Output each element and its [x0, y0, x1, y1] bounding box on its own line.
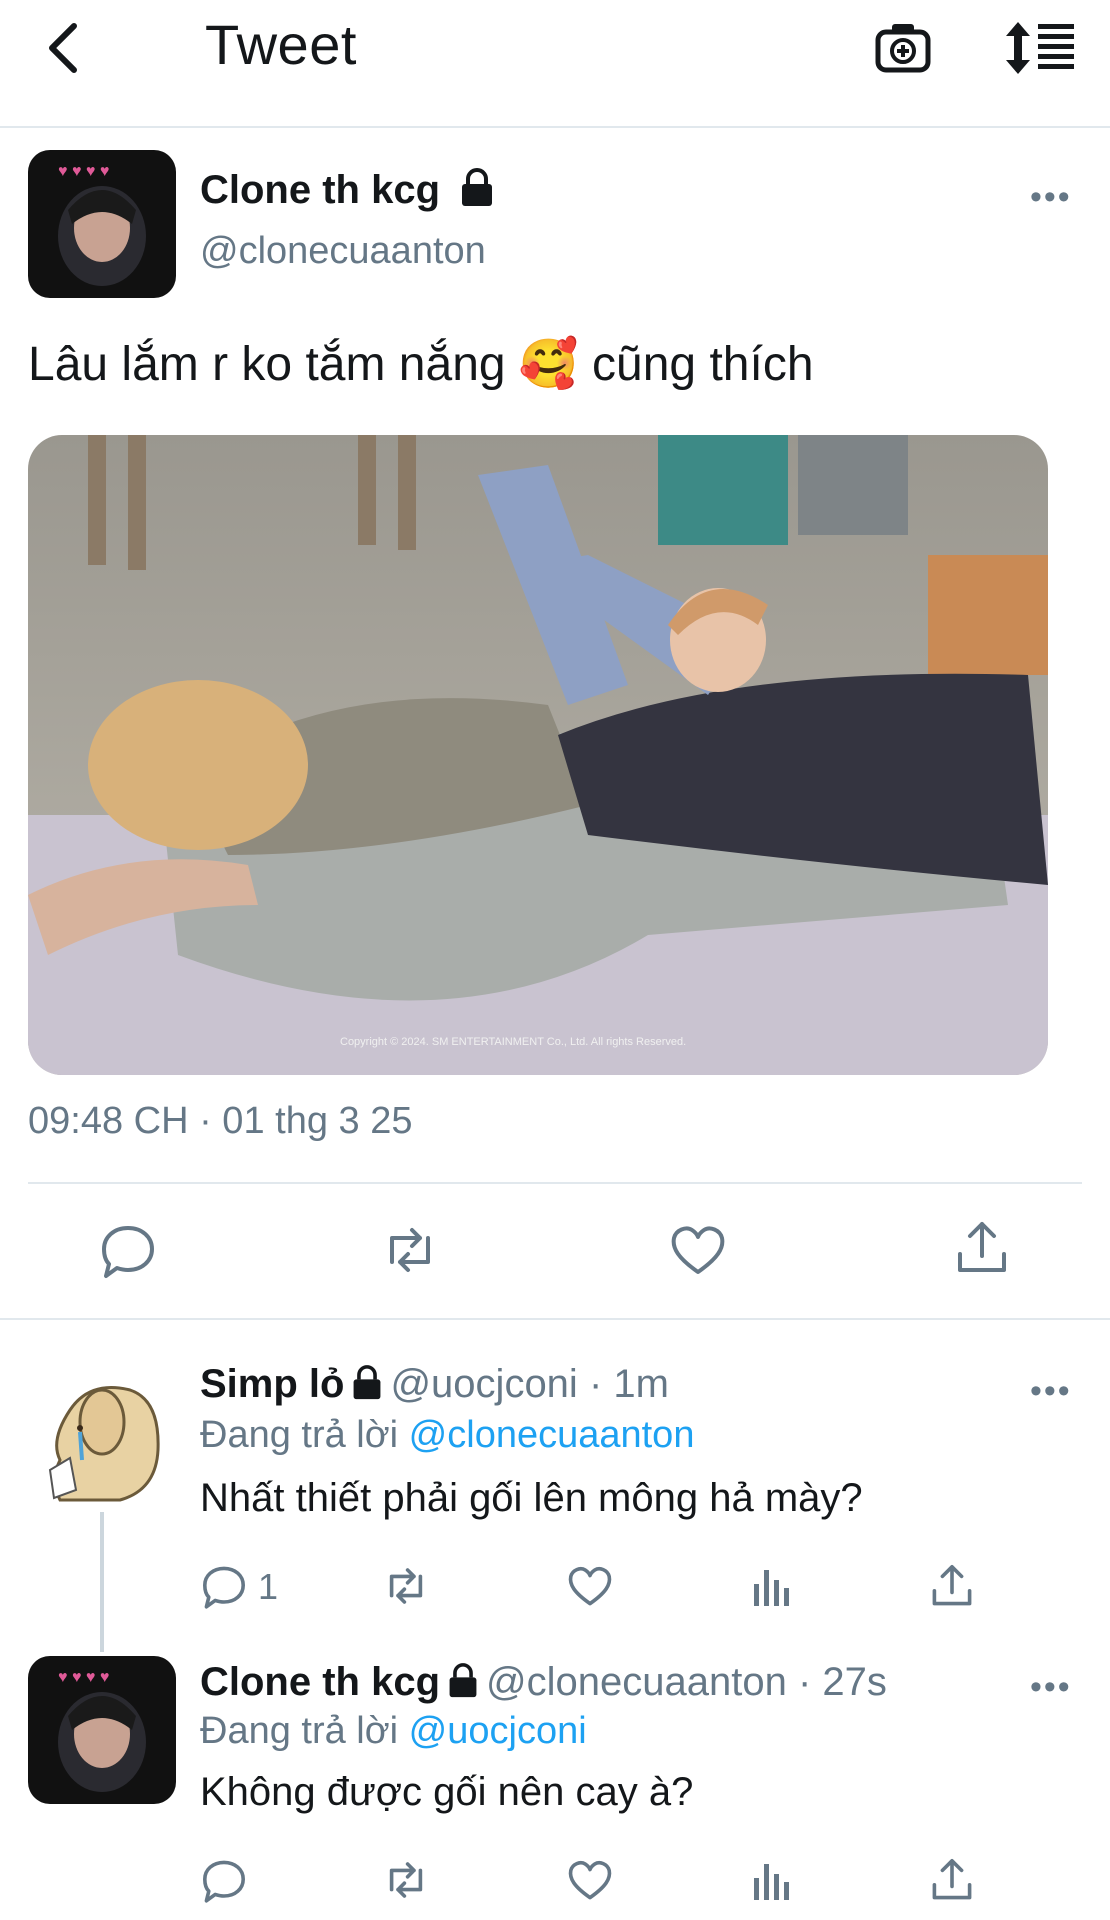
replying-to: Đang trả lời @uocjconi	[200, 1710, 587, 1753]
avatar[interactable]: ♥ ♥ ♥ ♥	[28, 1656, 176, 1804]
lock-icon	[446, 1663, 480, 1699]
sort-icon[interactable]	[1004, 18, 1076, 78]
like-heart-icon[interactable]	[668, 1220, 728, 1280]
author-handle[interactable]: @uocjconi	[390, 1362, 577, 1406]
reply-icon[interactable]	[200, 1856, 248, 1904]
divider	[28, 1182, 1082, 1184]
retweet-icon[interactable]	[382, 1856, 430, 1904]
reply-count: 1	[258, 1566, 279, 1607]
reply-time: · 27s	[797, 1660, 887, 1704]
back-arrow-icon[interactable]	[40, 18, 90, 78]
reply-text: Nhất thiết phải gối lên mông hả mày?	[200, 1476, 863, 1520]
tweet-text: Lâu lắm r ko tắm nắng 🥰 cũng thích	[28, 338, 814, 391]
replying-to-link[interactable]: @uocjconi	[409, 1710, 587, 1752]
share-icon[interactable]	[952, 1218, 1012, 1278]
top-bar: Tweet	[0, 0, 1110, 128]
retweet-icon[interactable]	[380, 1220, 440, 1280]
camera-add-icon[interactable]	[874, 18, 932, 76]
share-icon[interactable]	[928, 1562, 976, 1610]
page-title: Tweet	[205, 13, 357, 76]
more-options-icon[interactable]: •••	[1030, 1372, 1072, 1411]
author-name[interactable]: Simp lỏ	[200, 1362, 344, 1406]
replying-to-link[interactable]: @clonecuaanton	[409, 1414, 695, 1456]
thread-line	[100, 1512, 104, 1652]
like-heart-icon[interactable]	[566, 1856, 614, 1904]
replying-to-label: Đang trả lời	[200, 1710, 399, 1752]
author-name[interactable]: Clone th kcg	[200, 1660, 440, 1704]
tweet-timestamp: 09:48 CH · 01 thg 3 25	[28, 1100, 413, 1142]
reply-header: Simp lỏ @uocjconi · 1m	[200, 1362, 669, 1407]
more-options-icon[interactable]: •••	[1030, 1668, 1072, 1707]
author-handle[interactable]: @clonecuaanton	[486, 1660, 787, 1704]
reply-icon[interactable]	[200, 1562, 248, 1610]
avatar[interactable]: ♥ ♥ ♥ ♥	[28, 150, 176, 298]
replying-to-label: Đang trả lời	[200, 1414, 399, 1456]
svg-text:♥ ♥ ♥ ♥: ♥ ♥ ♥ ♥	[58, 163, 109, 180]
reply-time: · 1m	[588, 1362, 669, 1406]
photo-copyright: Copyright © 2024. SM ENTERTAINMENT Co., …	[340, 1036, 687, 1048]
reply-icon[interactable]	[98, 1220, 158, 1280]
avatar[interactable]	[40, 1370, 170, 1510]
reply-text: Không được gối nên cay à?	[200, 1770, 694, 1814]
more-options-icon[interactable]: •••	[1030, 178, 1072, 217]
lock-icon	[350, 1365, 384, 1401]
tweet-photo[interactable]	[28, 435, 1048, 1075]
share-icon[interactable]	[928, 1856, 976, 1904]
reply-header: Clone th kcg @clonecuaanton · 27s	[200, 1660, 887, 1705]
analytics-icon[interactable]	[748, 1856, 796, 1904]
svg-text:♥ ♥ ♥ ♥: ♥ ♥ ♥ ♥	[58, 1669, 109, 1686]
replying-to: Đang trả lời @clonecuaanton	[200, 1414, 694, 1457]
lock-icon	[458, 168, 496, 208]
like-heart-icon[interactable]	[566, 1562, 614, 1610]
author-name[interactable]: Clone th kcg	[200, 168, 440, 213]
divider	[0, 1318, 1110, 1320]
analytics-icon[interactable]	[748, 1562, 796, 1610]
retweet-icon[interactable]	[382, 1562, 430, 1610]
author-handle[interactable]: @clonecuaanton	[200, 230, 486, 273]
